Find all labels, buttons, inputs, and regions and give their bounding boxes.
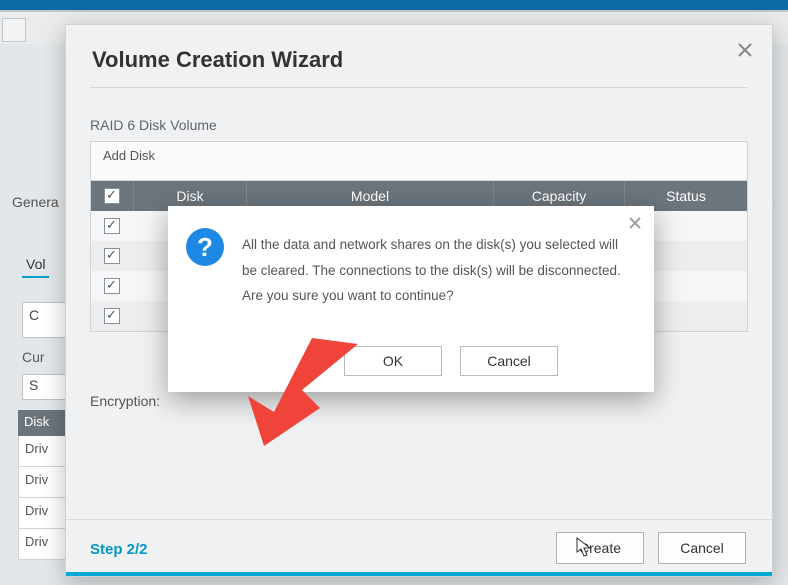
- add-disk-header: Add Disk: [91, 142, 747, 181]
- header-checkbox-cell[interactable]: [91, 181, 134, 211]
- window-titlebar: [0, 0, 788, 10]
- ok-button[interactable]: OK: [344, 346, 442, 376]
- row-checkbox[interactable]: [104, 218, 120, 234]
- bg-drive-row[interactable]: Driv: [18, 529, 72, 560]
- select-all-checkbox[interactable]: [104, 188, 120, 204]
- confirm-dialog: ? All the data and network shares on the…: [168, 206, 654, 392]
- cancel-button[interactable]: Cancel: [460, 346, 558, 376]
- bg-drive-row[interactable]: Driv: [18, 498, 72, 529]
- bg-button-s[interactable]: S: [22, 374, 66, 400]
- divider: [90, 87, 748, 88]
- close-icon[interactable]: [736, 41, 754, 59]
- bg-button-c[interactable]: C: [22, 302, 70, 338]
- step-indicator: Step 2/2: [90, 541, 148, 558]
- bg-drive-row[interactable]: Driv: [18, 436, 72, 467]
- close-icon[interactable]: [628, 216, 642, 230]
- tab-volumes[interactable]: Vol: [22, 256, 49, 278]
- wizard-subtitle: RAID 6 Disk Volume: [90, 117, 217, 133]
- bg-drive-row[interactable]: Driv: [18, 467, 72, 498]
- question-icon: ?: [186, 228, 224, 266]
- create-button[interactable]: Create: [556, 532, 644, 564]
- row-checkbox[interactable]: [104, 248, 120, 264]
- bg-label-general: Genera: [12, 194, 59, 210]
- wizard-footer: Step 2/2 Create Cancel: [66, 519, 772, 576]
- toolbar-button[interactable]: [2, 18, 26, 42]
- wizard-title: Volume Creation Wizard: [92, 47, 343, 73]
- confirm-message: All the data and network shares on the d…: [242, 232, 632, 309]
- row-checkbox[interactable]: [104, 308, 120, 324]
- encryption-label: Encryption:: [90, 393, 160, 409]
- row-checkbox[interactable]: [104, 278, 120, 294]
- accent-bar: [66, 572, 772, 576]
- cancel-button[interactable]: Cancel: [658, 532, 746, 564]
- bg-label-cur: Cur: [22, 349, 56, 367]
